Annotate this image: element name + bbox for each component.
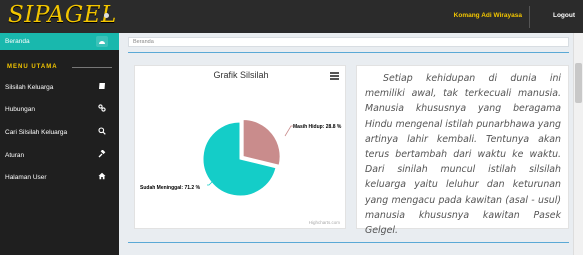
scrollbar-thumb[interactable] [575,63,582,103]
sidebar-item-label: Cari Silsilah Keluarga [5,129,68,136]
chart-credit[interactable]: Highcharts.com [309,220,340,225]
sidebar-item-label: Aturan [5,152,25,159]
page-scrollbar[interactable] [573,33,583,255]
sidebar-item-label: Beranda [5,38,30,45]
top-navbar: SIPAGEL Komang Adi Wirayasa Logout [0,0,583,33]
breadcrumb-current[interactable]: Beranda [133,39,154,45]
logout-button[interactable]: Logout [553,12,575,19]
dashboard-icon [96,36,108,47]
pie-chart: Masih Hidup: 28.8 % Sudah Meninggal: 71.2… [140,119,342,197]
sidebar-item-aturan[interactable]: Aturan [0,145,119,167]
link-icon [96,104,108,116]
home-icon [96,172,108,184]
menu-divider [72,67,112,68]
breadcrumb: Beranda [128,37,569,47]
chart-title: Grafik Silsilah [213,70,269,80]
sidebar-item-label: Silsilah Keluarga [5,84,54,91]
sidebar-toggle-dot[interactable] [104,13,109,18]
sidebar: Beranda MENU UTAMA Silsilah Keluarga Hub… [0,33,119,255]
navbar-divider [529,6,530,28]
brand-logo[interactable]: SIPAGEL [8,2,117,32]
sidebar-item-label: Hubungan [5,106,35,113]
sidebar-item-label: Halaman User [5,174,47,181]
content-divider-bottom [128,242,569,243]
intro-paragraph: Setiap kehidupan di dunia ini memiliki a… [365,73,561,237]
user-name[interactable]: Komang Adi Wirayasa [454,12,522,19]
sidebar-item-silsilah-keluarga[interactable]: Silsilah Keluarga [0,77,119,99]
menu-section-title: MENU UTAMA [7,64,58,70]
chart-menu-icon[interactable] [330,72,339,80]
pie-connector-masih-hidup [284,125,293,137]
sidebar-item-halaman-user[interactable]: Halaman User [0,167,119,189]
content-divider-top [128,52,569,53]
pie-label-masih-hidup: Masih Hidup: 28.8 % [293,124,342,130]
sidebar-item-beranda[interactable]: Beranda [0,33,119,50]
sidebar-item-hubungan[interactable]: Hubungan [0,99,119,121]
pie-label-sudah-meninggal: Sudah Meninggal: 71.2 % [140,185,201,191]
pie-slice-masih-hidup[interactable] [242,119,281,166]
chart-panel: Masih Hidup: 28.8 % Sudah Meninggal: 71.2… [134,65,346,229]
intro-panel: Setiap kehidupan di dunia ini memiliki a… [356,65,569,236]
brand-title: SIPAGEL [8,2,117,28]
search-icon [96,127,108,139]
sidebar-item-cari-silsilah[interactable]: Cari Silsilah Keluarga [0,122,119,144]
book-icon [96,82,108,94]
gavel-icon [96,149,108,162]
